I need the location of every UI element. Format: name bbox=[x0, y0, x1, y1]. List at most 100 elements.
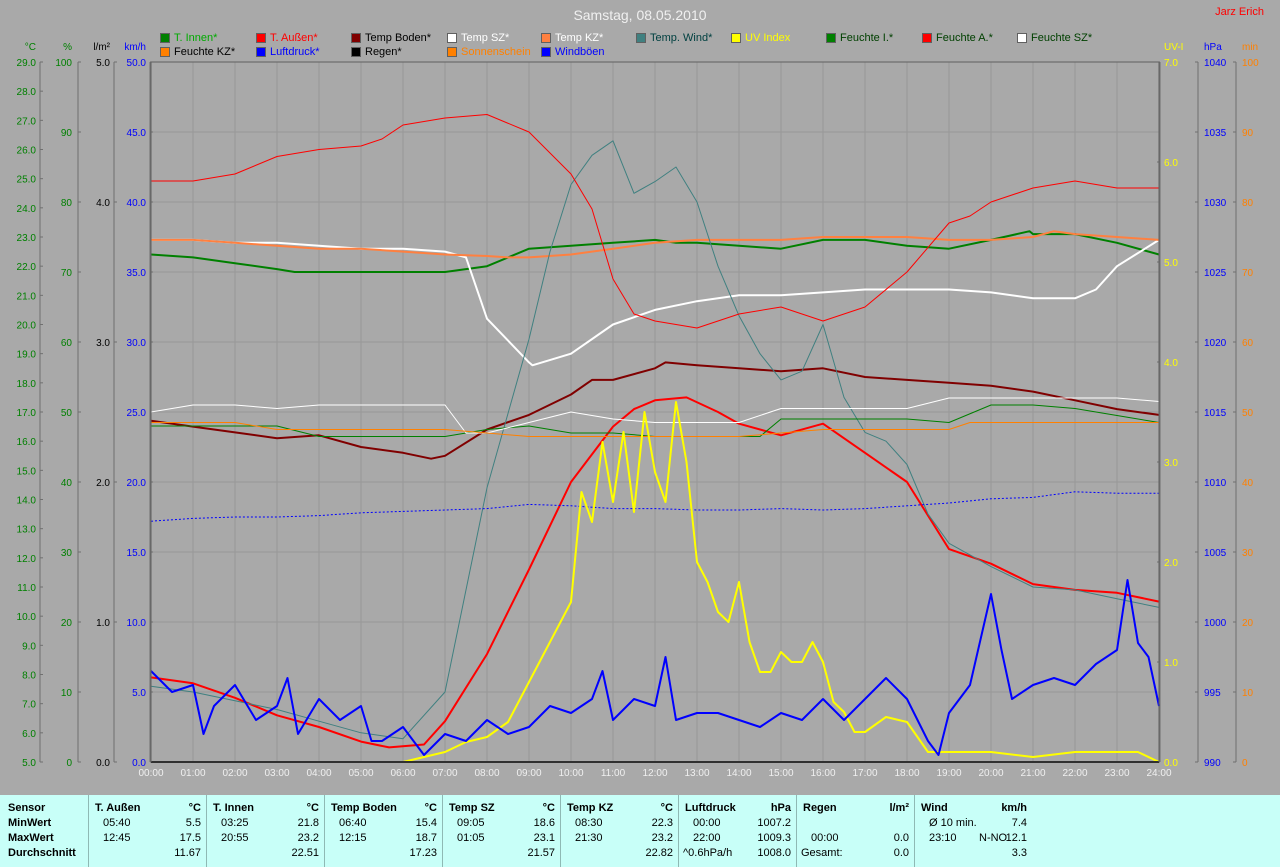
pressure-tick-label: 1005 bbox=[1204, 548, 1227, 559]
wind-tick-label: 5.0 bbox=[132, 688, 146, 699]
legend-item: Feuchte KZ* bbox=[160, 46, 235, 58]
temp-tick-label: 6.0 bbox=[22, 729, 36, 740]
stats-unit: l/m² bbox=[889, 802, 909, 814]
x-tick-label: 03:00 bbox=[264, 768, 289, 779]
stats-unit: hPa bbox=[770, 802, 791, 814]
stats-sensor-name: Wind bbox=[921, 802, 948, 814]
rain-tick-label: 2.0 bbox=[96, 478, 110, 489]
stats-unit: °C bbox=[660, 802, 673, 814]
temp-tick-label: 10.0 bbox=[17, 612, 37, 623]
legend-label: Temp SZ* bbox=[461, 32, 510, 44]
legend-item: Feuchte A.* bbox=[922, 32, 993, 44]
sun-tick-label: 80 bbox=[1242, 198, 1254, 209]
stats-max-value: 1009.3 bbox=[757, 832, 791, 844]
temp-tick-label: 8.0 bbox=[22, 671, 36, 682]
stats-max-time: 00:00 bbox=[811, 832, 839, 844]
x-tick-label: 00:00 bbox=[138, 768, 163, 779]
stats-avg-value: 11.67 bbox=[174, 847, 201, 859]
pressure-tick-label: 990 bbox=[1204, 758, 1221, 769]
humidity-tick-label: 10 bbox=[61, 688, 73, 699]
temp-tick-label: 5.0 bbox=[22, 758, 36, 769]
x-tick-label: 01:00 bbox=[180, 768, 205, 779]
legend-label: UV Index bbox=[745, 32, 791, 44]
stats-avg-value: 21.57 bbox=[527, 847, 555, 859]
stats-avg-note: ^0.6hPa/h bbox=[683, 847, 733, 859]
uv-tick-label: 1.0 bbox=[1164, 658, 1178, 669]
stats-min-time: 00:00 bbox=[693, 817, 721, 829]
humidity-tick-label: 90 bbox=[61, 128, 73, 139]
legend-item: T. Innen* bbox=[160, 32, 217, 44]
stats-max-time: 21:30 bbox=[575, 832, 603, 844]
stats-sensor-name: Temp KZ bbox=[567, 802, 614, 814]
rain-tick-label: 1.0 bbox=[96, 618, 110, 629]
stats-sensor-name: Regen bbox=[803, 802, 837, 814]
uv-tick-label: 3.0 bbox=[1164, 458, 1178, 469]
x-tick-label: 12:00 bbox=[642, 768, 667, 779]
stats-avg-value: 17.23 bbox=[409, 847, 437, 859]
legend-label: Sonnenschein bbox=[461, 46, 531, 58]
pressure-tick-label: 1010 bbox=[1204, 478, 1227, 489]
legend-label: Feuchte KZ* bbox=[174, 46, 236, 58]
pressure-tick-label: 995 bbox=[1204, 688, 1221, 699]
legend-swatch bbox=[922, 33, 932, 43]
pressure-tick-label: 1030 bbox=[1204, 198, 1227, 209]
stats-min-time: Ø 10 min. bbox=[929, 817, 977, 829]
x-tick-label: 20:00 bbox=[978, 768, 1003, 779]
x-tick-label: 13:00 bbox=[684, 768, 709, 779]
temp-tick-label: 26.0 bbox=[17, 146, 37, 157]
temp-tick-label: 25.0 bbox=[17, 175, 37, 186]
wind-tick-label: 0.0 bbox=[132, 758, 146, 769]
legend-label: Feuchte SZ* bbox=[1031, 32, 1093, 44]
legend-swatch bbox=[160, 33, 170, 43]
stats-avg-note: Gesamt: bbox=[801, 847, 843, 859]
temp-tick-label: 14.0 bbox=[17, 496, 37, 507]
legend-item: Temp. Wind* bbox=[636, 32, 712, 44]
uv-tick-label: 5.0 bbox=[1164, 258, 1178, 269]
temp-tick-label: 20.0 bbox=[17, 321, 37, 332]
legend-swatch bbox=[256, 33, 266, 43]
legend-item: Regen* bbox=[351, 46, 402, 58]
row-label-min: MinWert bbox=[8, 817, 52, 829]
stats-min-value: 5.5 bbox=[185, 817, 201, 829]
humidity-tick-label: 30 bbox=[61, 548, 73, 559]
legend-item: Temp SZ* bbox=[447, 32, 509, 44]
stats-avg-value: 1008.0 bbox=[757, 847, 791, 859]
x-tick-label: 24:00 bbox=[1146, 768, 1171, 779]
humidity-tick-label: 70 bbox=[61, 268, 73, 279]
rain-tick-label: 0.0 bbox=[96, 758, 110, 769]
stats-unit: °C bbox=[306, 802, 319, 814]
stats-max-value: 12.1 bbox=[1005, 832, 1027, 844]
legend-item: Luftdruck* bbox=[256, 46, 320, 58]
uv-tick-label: 0.0 bbox=[1164, 758, 1178, 769]
stats-sensor-name: T. Innen bbox=[213, 802, 254, 814]
legend-label: Temp. Wind* bbox=[650, 32, 713, 44]
x-tick-label: 16:00 bbox=[810, 768, 835, 779]
sun-tick-label: 90 bbox=[1242, 128, 1254, 139]
legend-swatch bbox=[447, 33, 457, 43]
stats-max-value: 18.7 bbox=[415, 832, 437, 844]
temp-tick-label: 11.0 bbox=[17, 583, 36, 594]
humidity-tick-label: 0 bbox=[66, 758, 72, 769]
legend-swatch bbox=[636, 33, 646, 43]
x-tick-label: 14:00 bbox=[726, 768, 751, 779]
temp-tick-label: 21.0 bbox=[17, 291, 37, 302]
legend-swatch bbox=[256, 47, 266, 57]
stats-column: Temp KZ °C 08:30 22.3 21:30 23.2 22.82 bbox=[560, 795, 679, 867]
x-tick-label: 11:00 bbox=[601, 768, 626, 779]
temp-tick-label: 9.0 bbox=[22, 641, 36, 652]
temp-tick-label: 12.0 bbox=[17, 554, 37, 565]
stats-max-time: 20:55 bbox=[221, 832, 249, 844]
temp-tick-label: 15.0 bbox=[17, 466, 37, 477]
pressure-tick-label: 1020 bbox=[1204, 338, 1227, 349]
x-tick-label: 10:00 bbox=[558, 768, 583, 779]
legend-swatch bbox=[351, 47, 361, 57]
stats-min-value: 21.8 bbox=[297, 817, 319, 829]
humidity-tick-label: 50 bbox=[61, 408, 73, 419]
stats-sensor-name: Temp Boden bbox=[331, 802, 397, 814]
stats-max-direction: N-NO bbox=[979, 832, 1008, 844]
pressure-tick-label: 1035 bbox=[1204, 128, 1227, 139]
row-label-sensor: Sensor bbox=[8, 802, 46, 814]
stats-column: Luftdruck hPa 00:00 1007.2 22:00 1009.3 ^0.6hP… bbox=[678, 795, 797, 867]
sun-tick-label: 40 bbox=[1242, 478, 1254, 489]
humidity-tick-label: 40 bbox=[61, 478, 73, 489]
